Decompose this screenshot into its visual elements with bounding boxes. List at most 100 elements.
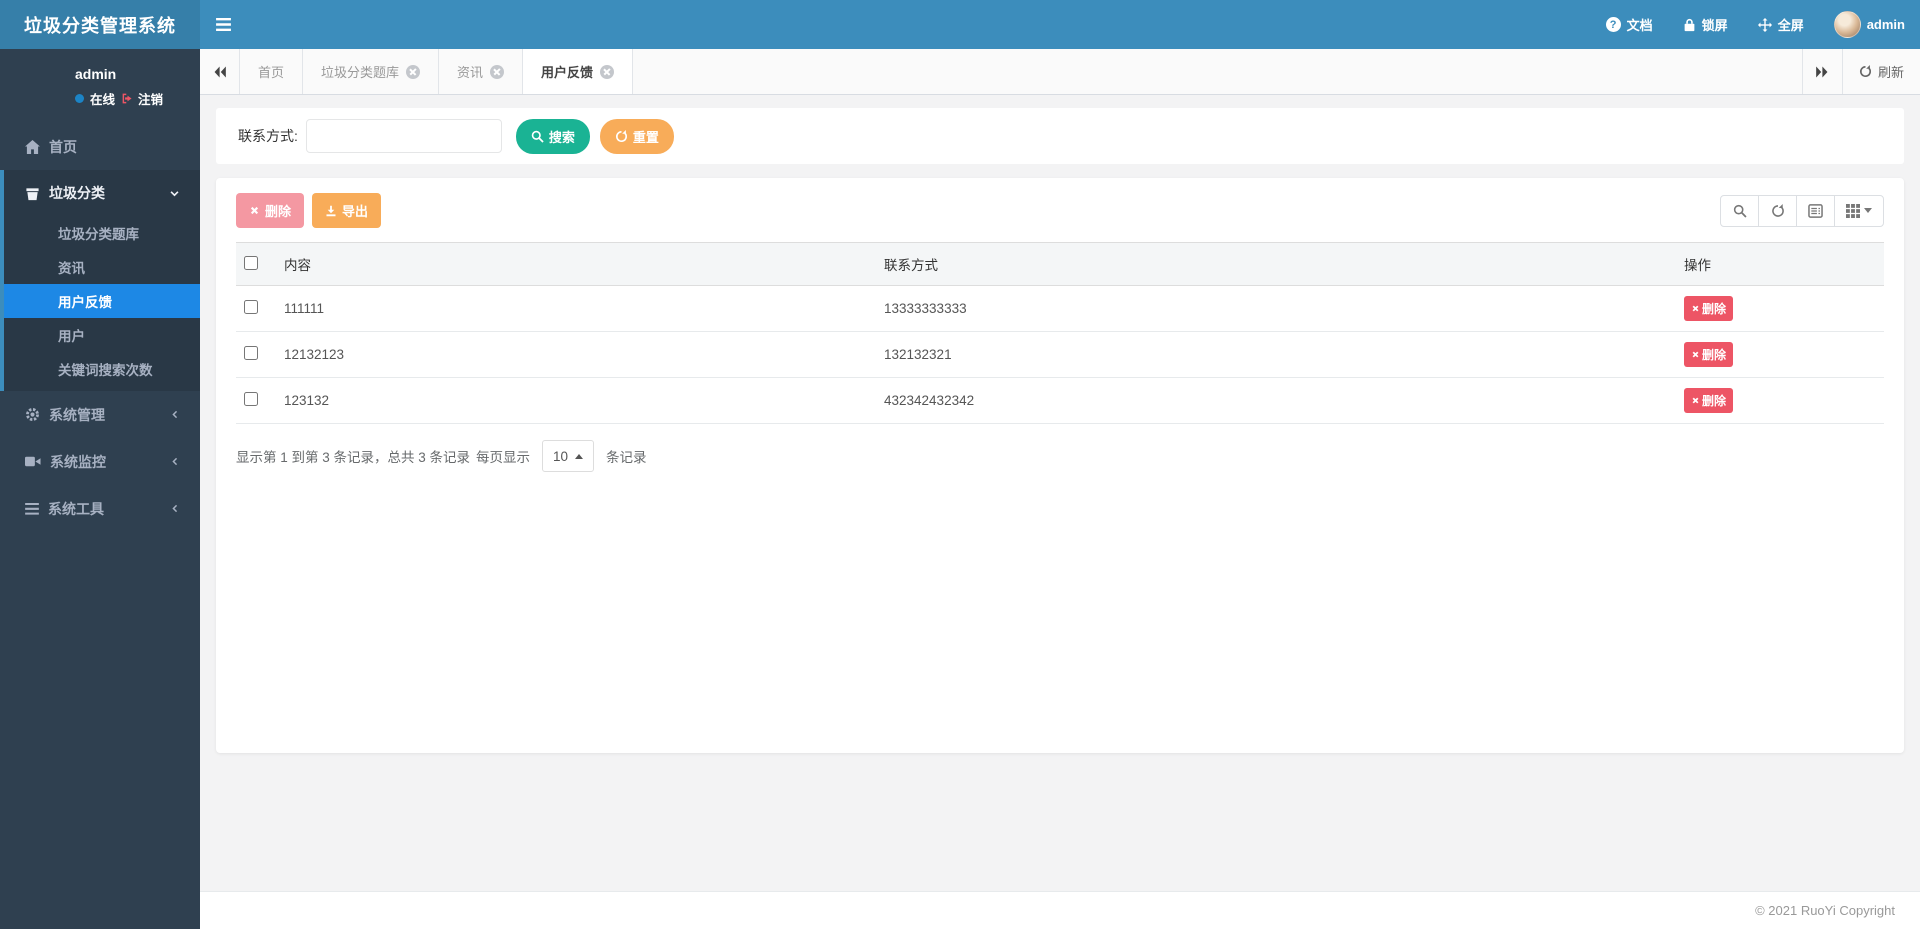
- sidebar-item-garbage[interactable]: 垃圾分类: [4, 170, 200, 216]
- fullscreen-link[interactable]: 全屏: [1743, 0, 1819, 49]
- row-checkbox[interactable]: [244, 392, 258, 406]
- delete-row-button[interactable]: 删除: [1684, 296, 1734, 321]
- delete-row-button[interactable]: 删除: [1684, 388, 1734, 413]
- page-size-select[interactable]: 10: [542, 440, 595, 472]
- table-view-controls: [1720, 194, 1884, 227]
- caret-up-icon: [575, 453, 584, 459]
- tabs-scroll-right-button[interactable]: [1801, 49, 1842, 94]
- tab-news[interactable]: 资讯: [439, 49, 524, 94]
- cell-content: 123132: [276, 377, 876, 424]
- cross-icon: [1691, 396, 1700, 405]
- grid-icon: [1846, 203, 1860, 218]
- copyright-text: © 2021 RuoYi Copyright: [1755, 903, 1895, 918]
- refresh-tab-button[interactable]: 刷新: [1841, 49, 1920, 94]
- sidebar-item-system-monitor[interactable]: 系统监控: [0, 438, 200, 485]
- cross-icon: [249, 205, 260, 216]
- pagination: 显示第 1 到第 3 条记录，总共 3 条记录 每页显示 10 条记录: [236, 440, 1884, 472]
- sign-out-icon: [121, 92, 134, 105]
- fullscreen-arrows-icon: [1757, 17, 1772, 32]
- user-name: admin: [75, 66, 117, 82]
- chevron-left-icon: [170, 503, 180, 514]
- tab-question-bank[interactable]: 垃圾分类题库: [303, 49, 440, 94]
- delete-row-button[interactable]: 删除: [1684, 342, 1734, 367]
- table-detail-view-button[interactable]: [1796, 194, 1835, 227]
- contact-search-input[interactable]: [305, 119, 502, 153]
- sidebar-item-users[interactable]: 用户: [4, 318, 200, 352]
- table-row: 12132123 132132321 删除: [236, 331, 1884, 378]
- export-button[interactable]: 导出: [312, 193, 382, 228]
- contact-field-label: 联系方式:: [238, 128, 298, 144]
- cell-content: 111111: [276, 285, 876, 332]
- gear-icon: [25, 407, 40, 422]
- caret-down-icon: [1864, 208, 1872, 213]
- refresh-icon: [1859, 65, 1872, 78]
- close-icon[interactable]: [490, 64, 505, 79]
- docs-link[interactable]: ? 文档: [1591, 0, 1668, 49]
- hamburger-icon: [216, 18, 231, 31]
- page-size-suffix: 条记录: [606, 450, 647, 465]
- close-icon[interactable]: [406, 64, 421, 79]
- chevron-left-icon: [170, 409, 180, 420]
- sidebar-section-garbage: 垃圾分类 垃圾分类题库 资讯 用户反馈 用户 关键词搜索次数: [0, 170, 200, 391]
- table-columns-button[interactable]: [1834, 194, 1884, 227]
- select-all-checkbox[interactable]: [244, 255, 258, 270]
- bars-icon: [25, 502, 39, 515]
- sidebar-item-news[interactable]: 资讯: [4, 250, 200, 284]
- row-checkbox[interactable]: [244, 346, 258, 360]
- question-circle-icon: ?: [1605, 17, 1621, 32]
- bulk-delete-button[interactable]: 删除: [236, 193, 305, 228]
- video-camera-icon: [25, 455, 41, 468]
- tab-bar: 首页 垃圾分类题库 资讯 用户反馈 刷新: [200, 49, 1920, 95]
- cell-content: 12132123: [276, 331, 876, 378]
- page-size-prefix: 每页显示: [476, 450, 531, 465]
- pagination-info: 显示第 1 到第 3 条记录，总共 3 条记录: [236, 450, 471, 465]
- navbar-right: ? 文档 锁屏 全屏 admin: [1591, 0, 1920, 49]
- table-toolbar: 删除 导出: [236, 193, 1884, 228]
- refresh-icon: [1771, 203, 1785, 218]
- sidebar: admin 在线 注销 首页 垃圾分类 垃圾分类题库 资讯 用户反馈 用户 关键…: [0, 49, 200, 929]
- sidebar-item-system-tools[interactable]: 系统工具: [0, 485, 200, 532]
- table-row: 111111 13333333333 删除: [236, 285, 1884, 332]
- cell-contact: 132132321: [876, 331, 1676, 378]
- sidebar-item-question-bank[interactable]: 垃圾分类题库: [4, 216, 200, 250]
- main-content: 联系方式: 搜索 重置 删除 导出 内容 联系方式 操作 111111 1333…: [200, 95, 1920, 891]
- sidebar-item-home[interactable]: 首页: [0, 123, 200, 170]
- table-header-row: 内容 联系方式 操作: [236, 242, 1884, 286]
- online-status-label: 在线: [90, 93, 116, 107]
- lock-icon: [1683, 18, 1696, 32]
- search-icon: [1733, 204, 1747, 218]
- avatar: [14, 63, 62, 111]
- tab-user-feedback[interactable]: 用户反馈: [523, 49, 634, 94]
- avatar: [1833, 11, 1861, 38]
- top-navbar: ? 文档 锁屏 全屏 admin: [200, 0, 1920, 49]
- logout-link[interactable]: 注销: [121, 89, 163, 108]
- reset-button[interactable]: 重置: [599, 118, 674, 154]
- table-refresh-button[interactable]: [1758, 194, 1797, 227]
- user-menu[interactable]: admin: [1819, 0, 1920, 49]
- tabs-scroll-left-button[interactable]: [200, 49, 240, 94]
- tab-home[interactable]: 首页: [240, 49, 304, 94]
- cross-icon: [1691, 304, 1700, 313]
- online-status-dot: [75, 94, 84, 103]
- row-checkbox[interactable]: [244, 300, 258, 314]
- trash-icon: [25, 186, 40, 201]
- footer: © 2021 RuoYi Copyright: [200, 891, 1920, 929]
- double-chevron-left-icon: [213, 66, 227, 78]
- column-header-content: 内容: [276, 242, 876, 286]
- search-button[interactable]: 搜索: [515, 118, 590, 154]
- sidebar-item-system-management[interactable]: 系统管理: [0, 391, 200, 438]
- home-icon: [25, 139, 40, 154]
- lock-screen-link[interactable]: 锁屏: [1668, 0, 1743, 49]
- sidebar-item-keyword-search-count[interactable]: 关键词搜索次数: [4, 352, 200, 386]
- download-icon: [325, 205, 337, 217]
- cross-icon: [1691, 350, 1700, 359]
- chevron-down-icon: [169, 188, 180, 199]
- search-panel: 联系方式: 搜索 重置: [216, 108, 1904, 164]
- cell-contact: 13333333333: [876, 285, 1676, 332]
- sidebar-user-panel: admin 在线 注销: [0, 49, 200, 123]
- close-icon[interactable]: [600, 64, 615, 79]
- chevron-left-icon: [170, 456, 180, 467]
- sidebar-toggle-button[interactable]: [200, 0, 247, 49]
- table-search-toggle-button[interactable]: [1720, 194, 1759, 227]
- sidebar-item-user-feedback[interactable]: 用户反馈: [4, 284, 200, 318]
